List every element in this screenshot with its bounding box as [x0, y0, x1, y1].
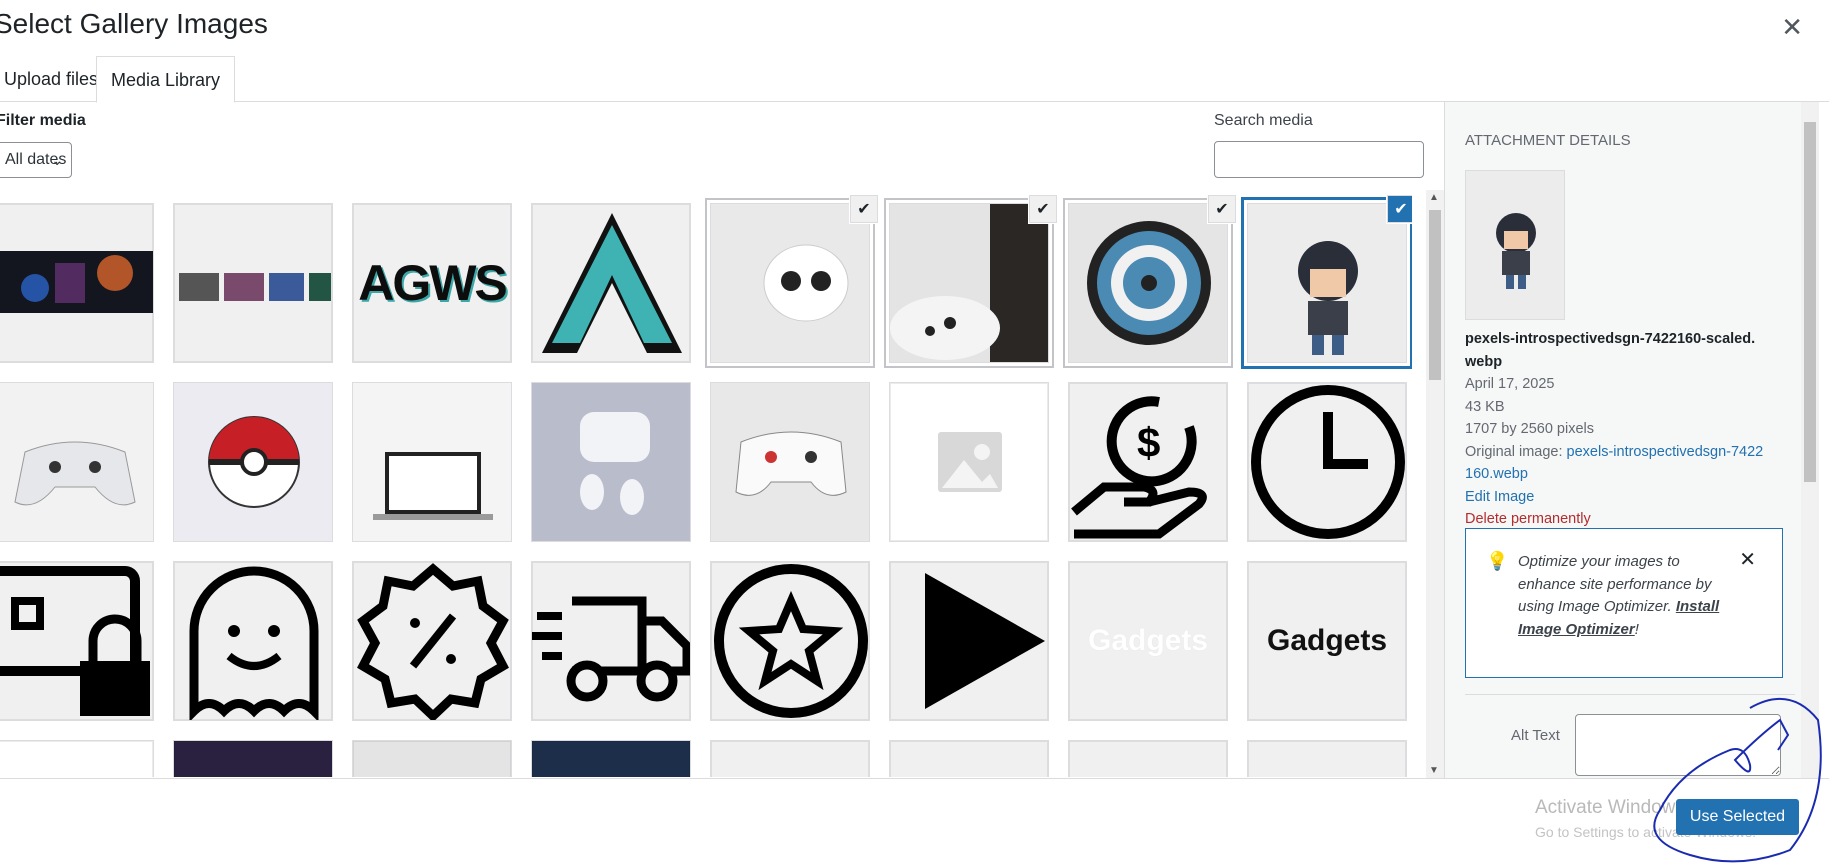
stadia-controller-thumbnail[interactable] — [710, 382, 870, 542]
edit-image-link[interactable]: Edit Image — [1465, 486, 1765, 509]
search-media-label: Search media — [1214, 112, 1313, 129]
earbuds-thumbnail[interactable] — [710, 203, 870, 363]
discount-badge-icon[interactable] — [352, 561, 512, 721]
gadgets-dark-logo[interactable]: Gadgets — [1247, 561, 1407, 721]
earbuds-wrap: ✔ — [710, 195, 878, 363]
dartboard-thumbnail[interactable] — [1068, 203, 1228, 363]
scroll-up-icon[interactable]: ▲ — [1429, 192, 1439, 203]
agws-logo-thumbnail[interactable]: AGWS — [352, 203, 512, 363]
checkmark-icon[interactable]: ✔ — [1208, 195, 1236, 223]
controller-wrap: ✔ — [889, 195, 1057, 363]
a-logo-thumbnail[interactable] — [531, 203, 691, 363]
details-thumbnail — [1465, 170, 1565, 320]
delivery-truck-icon[interactable] — [531, 561, 691, 721]
card-lock-icon[interactable] — [0, 561, 154, 721]
chevron-down-icon: ⌄ — [51, 152, 63, 168]
list-item[interactable] — [352, 740, 512, 777]
gadgets-white-logo[interactable]: Gadgets — [1068, 561, 1228, 721]
checkmark-icon[interactable]: ✔ — [1029, 195, 1057, 223]
date-filter-select[interactable]: All dates ⌄ — [0, 142, 72, 178]
list-item[interactable] — [710, 740, 870, 777]
scroll-down-icon[interactable]: ▼ — [1429, 765, 1439, 776]
placeholder-image-icon[interactable] — [889, 382, 1049, 542]
alt-text-label: Alt Text — [1511, 727, 1560, 744]
clock-icon[interactable] — [1247, 382, 1407, 542]
figure-thumbnail[interactable] — [1247, 203, 1407, 363]
scroll-thumb[interactable] — [1804, 122, 1816, 482]
optimizer-notice: 💡 Optimize your images to enhance site p… — [1465, 528, 1783, 678]
annotation-scribble — [1653, 697, 1822, 863]
list-item[interactable] — [1247, 740, 1407, 777]
details-meta: pexels-introspectivedsgn-7422160-scaled.… — [1465, 328, 1765, 531]
notice-message: Optimize your images to enhance site per… — [1518, 551, 1738, 641]
attachments-grid: AGWS ✔ ✔ ✔ ✔ $ Gadgets Gadgets — [0, 195, 1412, 777]
list-item[interactable] — [531, 740, 691, 777]
media-modal: Select Gallery Images ✕ Upload files Med… — [0, 0, 1829, 863]
star-circle-icon[interactable] — [710, 561, 870, 721]
list-item[interactable] — [1068, 740, 1228, 777]
ghost-icon[interactable] — [173, 561, 333, 721]
list-item[interactable] — [0, 740, 154, 777]
laptop-thumbnail[interactable] — [352, 382, 512, 542]
details-size: 43 KB — [1465, 398, 1505, 415]
attachment-details-sidebar: Attachment Details pexels-introspectived… — [1444, 102, 1814, 778]
filter-media-label: Filter media — [0, 112, 86, 129]
sidebar-scrollbar[interactable] — [1801, 102, 1819, 778]
tab-media-library[interactable]: Media Library — [96, 56, 236, 103]
checkmark-icon[interactable]: ✔ — [1387, 195, 1412, 223]
grid-scrollbar[interactable]: ▲ ▼ — [1426, 190, 1444, 778]
search-input[interactable] — [1214, 141, 1424, 178]
pokeball-thumbnail[interactable] — [173, 382, 333, 542]
list-item[interactable] — [173, 740, 333, 777]
details-heading: Attachment Details — [1465, 132, 1631, 149]
details-filename: pexels-introspectivedsgn-7422160-scaled.… — [1465, 331, 1756, 370]
dollar-hand-icon[interactable]: $ — [1068, 382, 1228, 542]
checkmark-icon[interactable]: ✔ — [850, 195, 878, 223]
airpods-thumbnail[interactable] — [531, 382, 691, 542]
details-original: Original image: pexels-introspectivedsgn… — [1465, 441, 1765, 486]
modal-toolbar: Activate Windows Go to Settings to activ… — [0, 778, 1829, 863]
lightbulb-icon: 💡 — [1486, 551, 1509, 571]
play-icon[interactable] — [889, 561, 1049, 721]
list-item[interactable] — [889, 740, 1049, 777]
close-icon[interactable]: ✕ — [1781, 12, 1803, 43]
original-image-label: Original image: — [1465, 443, 1563, 460]
controller-thumbnail[interactable] — [889, 203, 1049, 363]
modal-title: Select Gallery Images — [0, 8, 268, 39]
svg-text:$: $ — [1137, 419, 1160, 466]
figure-wrap: ✔ — [1247, 195, 1412, 363]
collage-thumbnail[interactable] — [173, 203, 333, 363]
close-icon[interactable]: ✕ — [1739, 547, 1756, 572]
banner-thumbnail[interactable] — [0, 203, 154, 363]
details-dimensions: 1707 by 2560 pixels — [1465, 421, 1594, 437]
gamepad-thumbnail[interactable] — [0, 382, 154, 542]
details-date: April 17, 2025 — [1465, 376, 1555, 392]
scroll-thumb[interactable] — [1429, 210, 1441, 380]
notice-suffix: ! — [1634, 620, 1639, 638]
dartboard-wrap: ✔ — [1068, 195, 1236, 363]
tab-bar: Upload files Media Library — [0, 56, 1829, 103]
